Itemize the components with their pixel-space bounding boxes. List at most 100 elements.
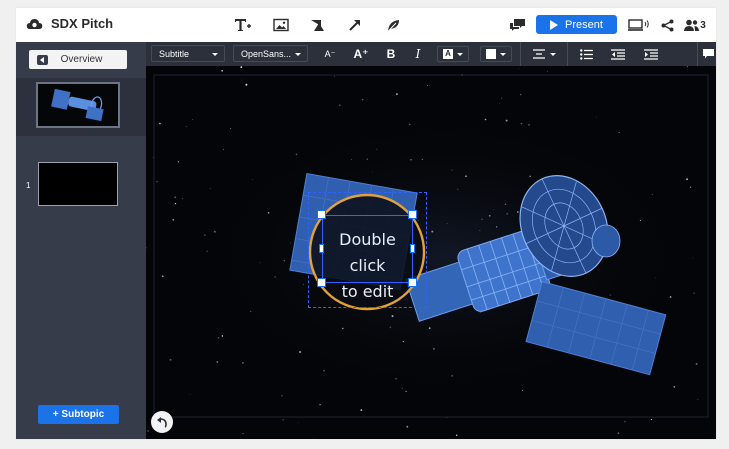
outdent-icon — [611, 48, 625, 60]
star — [334, 75, 335, 77]
star — [547, 71, 548, 72]
star — [245, 83, 248, 86]
slide-canvas[interactable]: Double click to edit — [146, 66, 716, 439]
star — [169, 358, 172, 361]
text-tool-icon — [235, 19, 251, 31]
star — [313, 438, 315, 439]
star — [360, 409, 363, 411]
comments-button[interactable] — [507, 15, 527, 35]
star — [174, 196, 176, 198]
resize-handle-top-right[interactable] — [408, 210, 417, 219]
add-shape-button[interactable] — [308, 15, 328, 35]
share-icon — [661, 19, 673, 31]
undo-button[interactable] — [151, 411, 173, 433]
arrow-tool-icon — [349, 20, 360, 31]
align-center-icon — [532, 49, 545, 59]
star — [153, 157, 155, 158]
resize-handle-bottom-right[interactable] — [408, 278, 417, 287]
add-arrow-button[interactable] — [345, 15, 365, 35]
users-icon — [684, 19, 700, 31]
chevron-down-icon — [456, 52, 463, 56]
star — [282, 419, 284, 421]
star — [242, 362, 244, 364]
add-drawing-button[interactable] — [383, 15, 403, 35]
resize-handle-top-left[interactable] — [317, 210, 326, 219]
add-text-button[interactable] — [233, 15, 253, 35]
add-image-button[interactable] — [271, 15, 291, 35]
resize-handle-left[interactable] — [319, 244, 324, 253]
image-tool-icon — [273, 18, 289, 32]
overview-button[interactable]: Overview — [29, 50, 127, 69]
resize-handle-right[interactable] — [410, 244, 415, 253]
star — [498, 102, 500, 104]
bullet-list-icon — [579, 48, 593, 60]
present-label: Present — [565, 18, 603, 31]
toolbar-divider — [697, 42, 698, 66]
resize-handle-bottom-left[interactable] — [317, 278, 326, 287]
toolbar-divider — [520, 42, 521, 66]
indent-button[interactable] — [643, 46, 659, 62]
star — [446, 417, 448, 419]
present-button[interactable]: Present — [536, 15, 617, 34]
star — [673, 386, 676, 388]
bullet-list-button[interactable] — [578, 46, 594, 62]
outdent-button[interactable] — [610, 46, 626, 62]
slide-thumbnail[interactable] — [38, 162, 118, 206]
increase-font-size-button[interactable]: A⁺ — [352, 46, 370, 62]
star — [242, 432, 244, 435]
star — [339, 104, 341, 106]
shapes-tool-icon — [311, 19, 324, 31]
comment-icon — [702, 49, 714, 59]
star — [697, 398, 699, 400]
star — [695, 362, 698, 365]
text-style-value: Subtitle — [159, 48, 190, 59]
overview-thumbnail[interactable] — [36, 82, 120, 128]
star — [192, 119, 193, 121]
text-box-selection-outline — [322, 215, 413, 283]
app-title: SDX Pitch — [51, 16, 114, 31]
text-style-select[interactable]: Subtitle — [151, 45, 225, 62]
comment-button[interactable] — [702, 46, 714, 62]
star — [319, 403, 321, 406]
toolbar-divider — [567, 42, 568, 66]
fill-color-button[interactable] — [480, 46, 512, 62]
collaborators-button[interactable]: 3 — [681, 15, 709, 35]
star — [156, 180, 158, 183]
format-toolbar: Subtitle OpenSans... A⁻ A⁺ B I A — [146, 42, 716, 66]
star — [362, 99, 364, 101]
fill-color-swatch — [486, 49, 496, 59]
decrease-font-size-button[interactable]: A⁻ — [322, 46, 338, 62]
star — [230, 127, 232, 129]
star — [689, 186, 692, 188]
chevron-down-icon — [549, 52, 556, 56]
device-preview-button[interactable] — [628, 15, 650, 35]
bold-button[interactable]: B — [384, 46, 398, 62]
font-family-select[interactable]: OpenSans... — [233, 45, 308, 62]
leaf-tool-icon — [386, 19, 399, 32]
chevron-down-icon — [212, 53, 218, 56]
add-subtopic-button[interactable]: + Subtopic — [38, 405, 119, 424]
text-align-button[interactable] — [529, 46, 559, 62]
indent-icon — [644, 48, 658, 60]
star — [222, 148, 225, 151]
brand[interactable]: SDX Pitch — [26, 16, 113, 31]
text-box[interactable]: Double click to edit — [322, 215, 413, 301]
slide-sidebar: Overview 1 + Subtopic — [16, 42, 146, 439]
star — [461, 74, 463, 76]
star — [147, 430, 149, 432]
collaborators-count: 3 — [700, 19, 706, 31]
star — [617, 432, 620, 435]
chevron-down-icon — [295, 53, 301, 56]
italic-button[interactable]: I — [411, 46, 425, 62]
star — [216, 360, 219, 363]
app-window: SDX Pitch Present 3 Overview 1 + Subtopi… — [16, 8, 716, 439]
star — [395, 93, 398, 96]
star — [427, 84, 429, 86]
text-color-button[interactable]: A — [437, 46, 469, 62]
star — [159, 122, 161, 125]
slide-number: 1 — [26, 181, 31, 190]
share-button[interactable] — [657, 15, 677, 35]
satellite-background-image — [146, 66, 716, 439]
text-color-label: A — [443, 49, 453, 59]
star — [686, 178, 689, 181]
